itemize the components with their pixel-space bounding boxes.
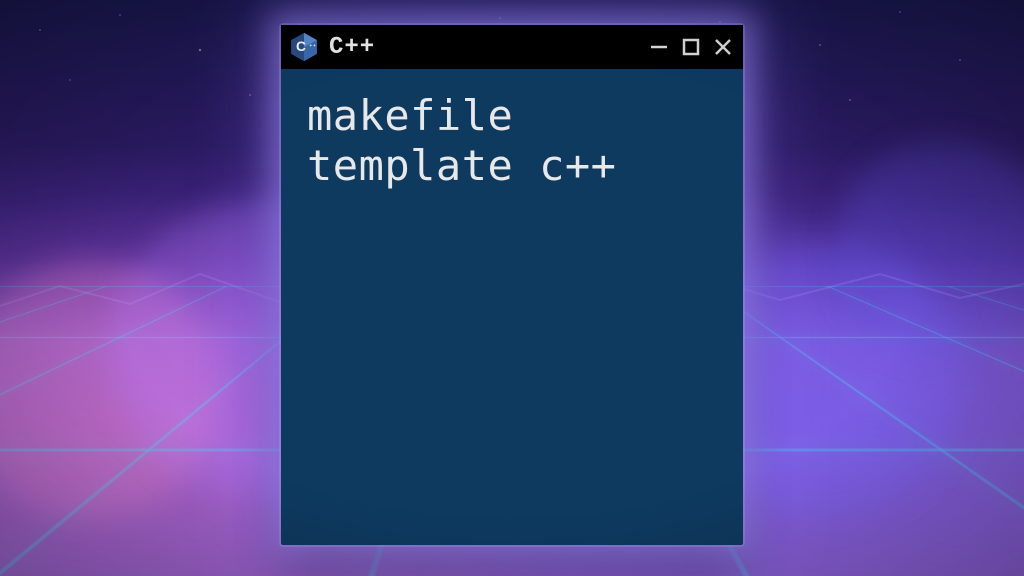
terminal-window: C + + C++ makefile template c++ [281,25,743,545]
svg-text:+: + [309,44,312,49]
window-controls [649,37,733,57]
bokeh-circle [834,140,1024,360]
minimize-button[interactable] [649,37,669,57]
svg-text:+: + [313,44,316,49]
bokeh-circle [0,260,220,520]
titlebar: C + + C++ [281,25,743,69]
cpp-logo-icon: C + + [289,32,319,62]
terminal-content: makefile template c++ [281,69,743,214]
svg-text:C: C [296,39,306,54]
window-title: C++ [329,34,375,61]
close-button[interactable] [713,37,733,57]
maximize-button[interactable] [681,37,701,57]
